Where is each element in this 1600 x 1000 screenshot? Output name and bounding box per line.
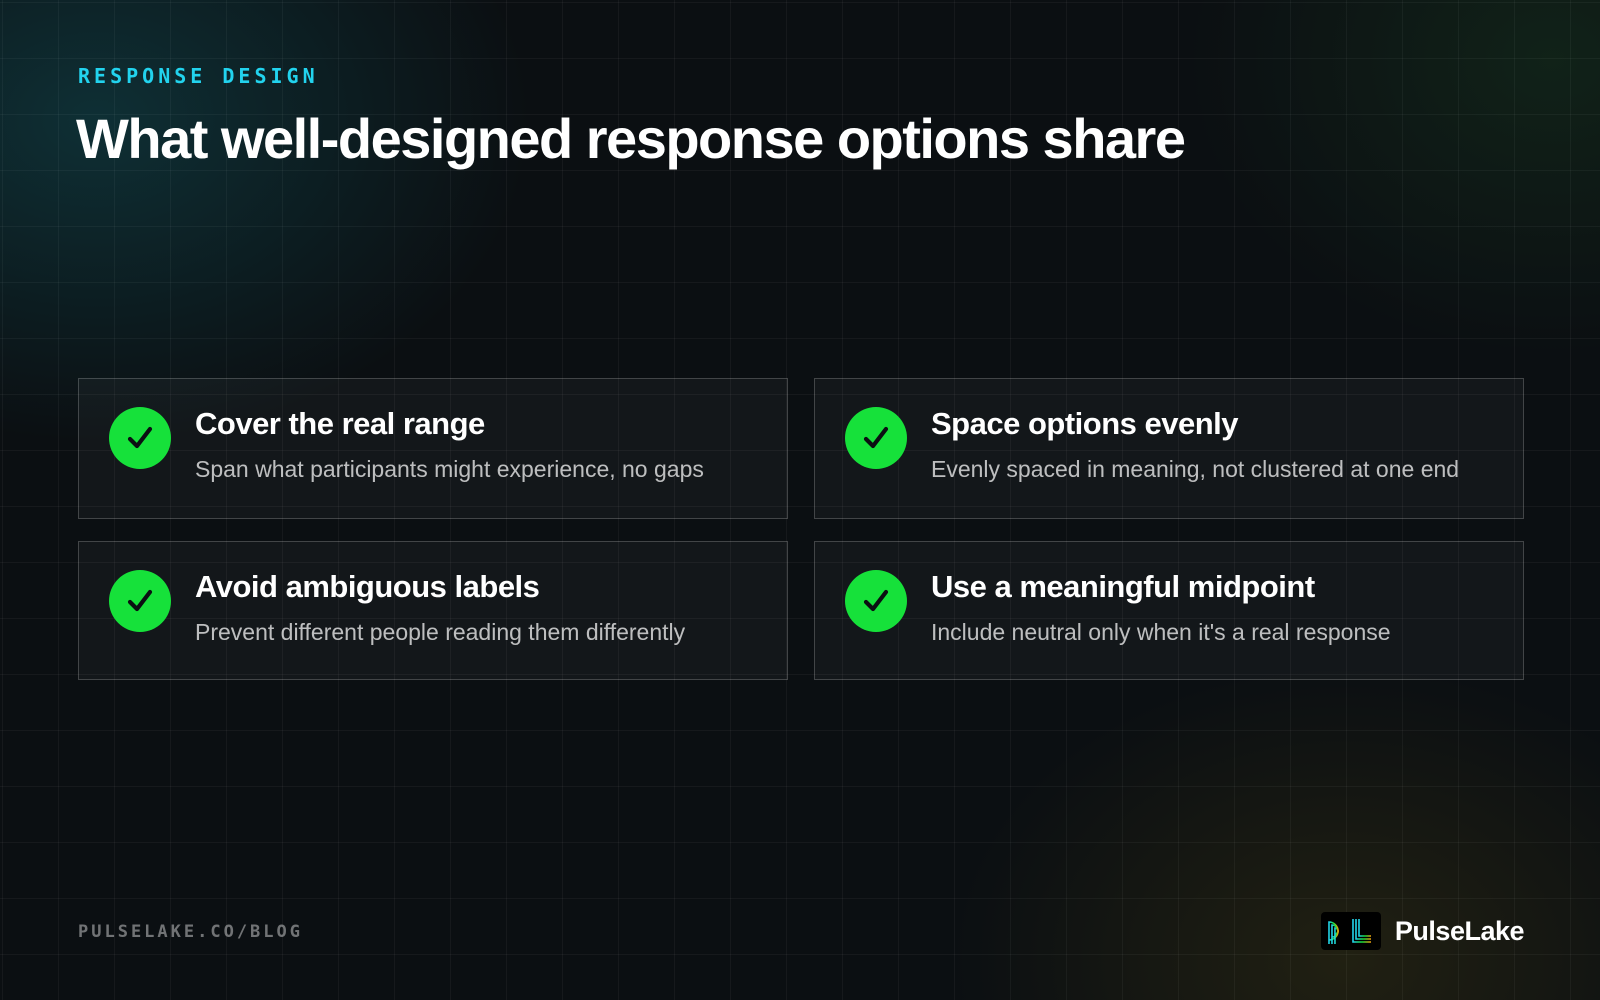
feature-card: Avoid ambiguous labels Prevent different…: [78, 540, 788, 680]
feature-card: Use a meaningful midpoint Include neutra…: [814, 540, 1524, 680]
check-icon: [109, 407, 171, 469]
feature-cards: Cover the real range Span what participa…: [78, 378, 1524, 680]
eyebrow-label: RESPONSE DESIGN: [78, 64, 319, 88]
check-icon: [109, 569, 171, 632]
pulselake-logo-icon: [1320, 912, 1381, 950]
feature-card-description: Evenly spaced in meaning, not clustered …: [931, 456, 1460, 483]
footer-url: PULSELAKE.CO/BLOG: [78, 922, 303, 942]
feature-card: Cover the real range Span what participa…: [78, 378, 788, 519]
feature-card-title: Use a meaningful midpoint: [931, 568, 1315, 604]
check-icon: [845, 407, 907, 469]
feature-card-title: Avoid ambiguous labels: [195, 568, 540, 604]
feature-card-description: Prevent different people reading them di…: [195, 619, 686, 646]
page-title: What well-designed response options shar…: [76, 107, 1186, 170]
check-icon: [845, 569, 907, 632]
feature-card-description: Include neutral only when it's a real re…: [931, 619, 1391, 646]
feature-card-description: Span what participants might experience,…: [195, 456, 704, 483]
feature-card: Space options evenly Evenly spaced in me…: [814, 378, 1524, 519]
brand-name: PulseLake: [1394, 915, 1525, 946]
brand: PulseLake: [1320, 912, 1525, 950]
feature-card-title: Space options evenly: [931, 406, 1239, 441]
feature-card-title: Cover the real range: [195, 406, 485, 441]
